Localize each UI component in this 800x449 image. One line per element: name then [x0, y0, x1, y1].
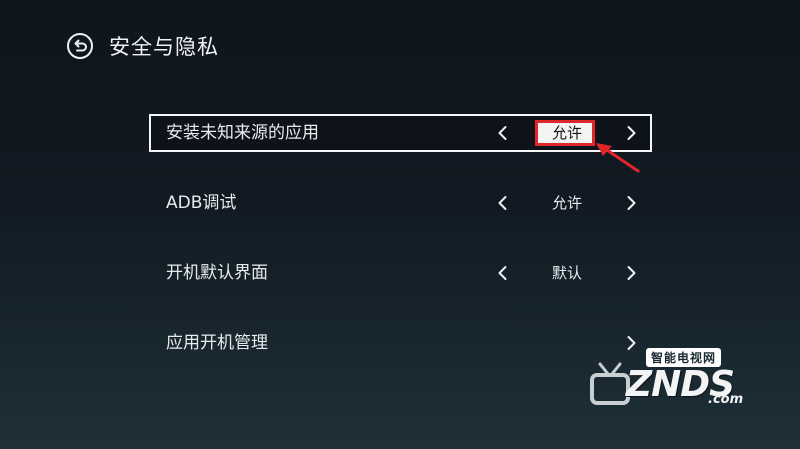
- page-title: 安全与隐私: [109, 35, 219, 59]
- setting-app-boot-management[interactable]: 应用开机管理: [149, 324, 652, 362]
- setting-adb-debugging[interactable]: ADB调试 允许: [149, 184, 652, 222]
- setting-value: 默认: [551, 264, 582, 282]
- chevron-left-icon[interactable]: [495, 265, 511, 281]
- watermark: 智能电视网 ZNDS .com: [588, 346, 758, 418]
- setting-label: 应用开机管理: [166, 333, 268, 353]
- chevron-right-icon[interactable]: [623, 195, 639, 211]
- setting-label: 开机默认界面: [166, 263, 268, 283]
- red-pointer-arrow-icon: [592, 140, 644, 176]
- setting-label: ADB调试: [166, 193, 237, 213]
- setting-install-unknown-sources[interactable]: 安装未知来源的应用 允许: [149, 114, 652, 152]
- chevron-left-icon[interactable]: [495, 195, 511, 211]
- setting-boot-default-screen[interactable]: 开机默认界面 默认: [149, 254, 652, 292]
- chevron-right-icon[interactable]: [623, 125, 639, 141]
- chevron-left-icon[interactable]: [495, 125, 511, 141]
- settings-list: 安装未知来源的应用 允许 ADB调试 允许 开机默认界面 默认 应用开机管理: [149, 114, 652, 394]
- header: 安全与隐私: [66, 30, 219, 62]
- back-arrow-circle-icon[interactable]: [66, 32, 94, 60]
- watermark-suffix: .com: [708, 392, 744, 407]
- setting-value: 允许: [551, 194, 582, 212]
- chevron-right-icon[interactable]: [623, 265, 639, 281]
- setting-label: 安装未知来源的应用: [166, 123, 319, 143]
